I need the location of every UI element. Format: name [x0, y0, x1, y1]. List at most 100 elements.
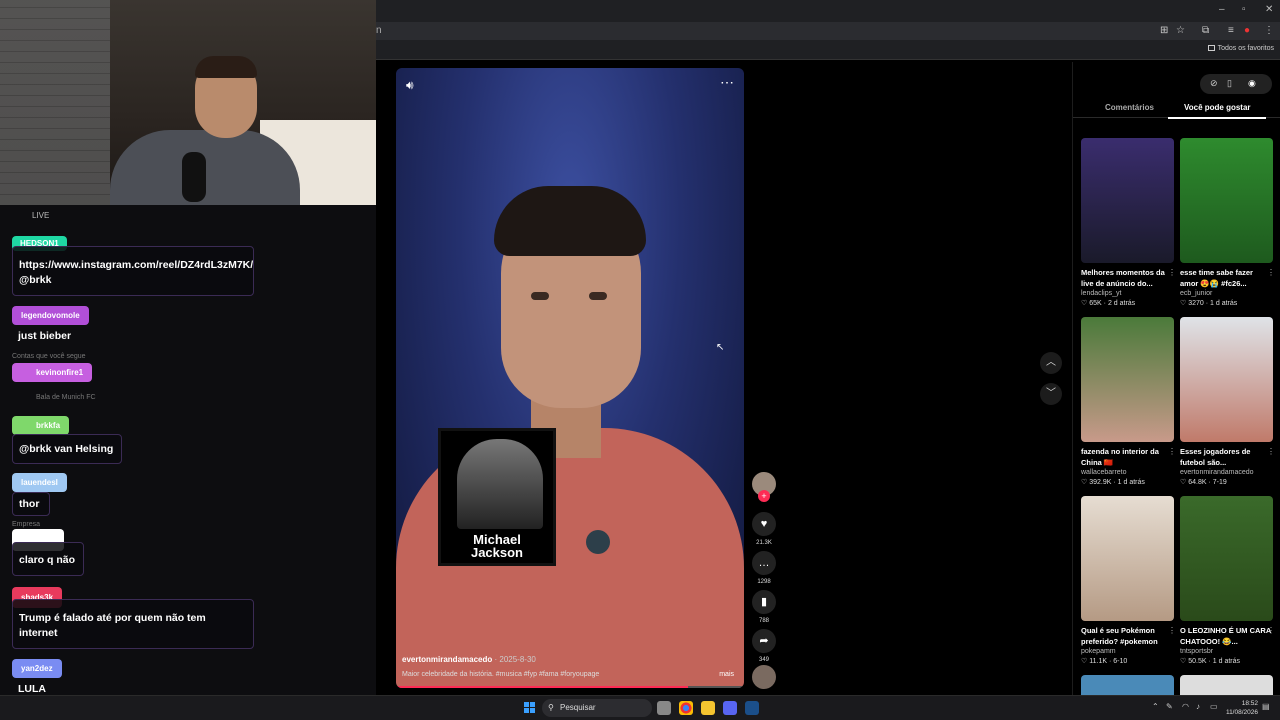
next-video-button[interactable]: ﹀ — [1040, 383, 1062, 405]
video-thumbnail[interactable] — [1180, 138, 1273, 263]
battery-icon[interactable]: ▭ — [1210, 702, 1218, 711]
file-explorer-icon[interactable] — [701, 701, 715, 715]
task-view-icon[interactable] — [657, 701, 671, 715]
address-bar[interactable]: n ⊞ ☆ ⧉ ≡ ● ⋮ — [376, 22, 1280, 40]
video-creator[interactable]: ecb_junior — [1180, 290, 1273, 297]
video-card[interactable]: esse time sabe fazer amor 😍😭 #fc26... ecb… — [1180, 138, 1275, 307]
share-icon[interactable]: ➦ — [752, 629, 776, 653]
card-more-icon[interactable]: ⋮ — [1267, 268, 1275, 277]
video-thumbnail[interactable] — [1180, 675, 1273, 695]
pen-icon[interactable]: ✎ — [1166, 702, 1173, 711]
restore-icon[interactable]: ▫ — [1242, 4, 1246, 15]
photo-caption-line2: Jackson — [470, 545, 524, 560]
video-age: 6-10 — [1113, 658, 1128, 665]
taskbar-search[interactable]: ⚲ Pesquisar — [542, 699, 652, 717]
panel-tabs: Comentários Você pode gostar — [1073, 102, 1280, 119]
comment-count: 1298 — [757, 579, 771, 585]
folder-icon — [1207, 45, 1215, 51]
save-action[interactable]: ▮ 788 — [750, 590, 778, 624]
profile-icon[interactable]: ● — [1244, 25, 1250, 36]
video-title[interactable]: O LEOZINHO É UM CARA CHATOOO! 😂... — [1180, 625, 1273, 647]
more-options-icon[interactable]: ⋯ — [720, 74, 734, 91]
chat-message: brkkfa — [12, 415, 70, 435]
close-icon[interactable]: ✕ — [1265, 4, 1273, 15]
video-card[interactable]: Esses jogadores de futebol são... everton… — [1180, 317, 1275, 486]
system-clock[interactable]: 18:52 11/08/2026 — [1226, 699, 1258, 717]
chat-text: just bieber — [18, 330, 72, 342]
video-thumbnail[interactable] — [1081, 138, 1174, 263]
video-creator[interactable]: pokepamm — [1081, 648, 1174, 655]
video-title[interactable]: Esses jogadores de futebol são... — [1180, 446, 1273, 468]
card-more-icon[interactable]: ⋮ — [1267, 626, 1275, 635]
video-title[interactable]: Melhores momentos da live de anúncio do.… — [1081, 267, 1174, 289]
recommendations-panel: ⊘ ▯ ◉ Comentários Você pode gostar Melho… — [1072, 62, 1280, 695]
chrome-icon[interactable] — [679, 701, 693, 715]
video-meta: ♡ 50.5K · 1 d atrás — [1180, 658, 1241, 665]
wifi-icon[interactable]: ◠ — [1182, 702, 1189, 711]
video-card[interactable]: fazenda no interior da China 🇨🇳 wallaceba… — [1081, 317, 1176, 486]
video-card[interactable]: Qual é seu Pokémon preferido? #pokemon po… — [1081, 496, 1176, 665]
video-likes: 50.5K — [1188, 658, 1207, 665]
card-more-icon[interactable]: ⋮ — [1168, 626, 1176, 635]
steam-icon[interactable] — [745, 701, 759, 715]
channel-name: Bala de Munich FC — [36, 394, 96, 401]
windows-start-icon[interactable] — [524, 702, 536, 714]
video-card[interactable]: Melhores momentos da live de anúncio do.… — [1081, 138, 1176, 307]
video-meta: ♡ 64.8K · 7-19 — [1180, 479, 1227, 486]
video-thumbnail[interactable] — [1081, 496, 1174, 621]
previous-video-button[interactable]: ︿ — [1040, 352, 1062, 374]
sound-avatar[interactable] — [752, 665, 776, 689]
follow-plus-icon[interactable]: + — [758, 490, 770, 502]
video-creator[interactable]: lendaclips_yt — [1081, 290, 1174, 297]
video-title[interactable]: Qual é seu Pokémon preferido? #pokemon — [1081, 625, 1174, 647]
tray-chevron-icon[interactable]: ⌃ — [1152, 702, 1159, 711]
more-link[interactable]: mais — [719, 671, 734, 678]
video-thumbnail[interactable] — [1081, 675, 1174, 695]
video-author[interactable]: evertonmirandamacedo — [402, 655, 492, 664]
mouse-cursor-icon: ↖ — [716, 342, 725, 353]
video-thumbnail[interactable] — [1081, 317, 1174, 442]
tab-you-may-like[interactable]: Você pode gostar — [1184, 103, 1251, 112]
video-creator[interactable]: wallacebarreto — [1081, 469, 1174, 476]
video-creator[interactable]: tntsportsbr — [1180, 648, 1273, 655]
extensions-icon[interactable]: ⧉ — [1202, 25, 1209, 36]
volume-icon[interactable]: 🔊︎ — [406, 78, 414, 93]
comment-action[interactable]: … 1298 — [750, 551, 778, 585]
video-age: 2 d atrás — [1107, 300, 1136, 307]
menu-icon[interactable]: ⋮ — [1264, 25, 1274, 36]
notification-icon[interactable]: ▤ — [1262, 702, 1270, 711]
minimize-icon[interactable]: – — [1219, 4, 1225, 15]
share-action[interactable]: ➦ 349 — [750, 629, 778, 663]
heart-icon[interactable]: ♥ — [752, 512, 776, 536]
tab-comments[interactable]: Comentários — [1105, 103, 1154, 112]
card-more-icon[interactable]: ⋮ — [1168, 447, 1176, 456]
card-more-icon[interactable]: ⋮ — [1267, 447, 1275, 456]
bookmarks-bar: Todos os favoritos — [376, 40, 1280, 60]
translate-icon[interactable]: ⊞ — [1160, 25, 1168, 36]
chat-username: brkkfa — [12, 416, 70, 435]
discord-icon[interactable] — [723, 701, 737, 715]
video-title[interactable]: fazenda no interior da China 🇨🇳 — [1081, 446, 1174, 468]
video-thumbnail[interactable] — [1180, 317, 1273, 442]
video-card[interactable]: O LEOZINHO É UM CARA CHATOOO! 😂... tntspo… — [1180, 496, 1275, 665]
like-action[interactable]: ♥ 21.3K — [750, 512, 778, 546]
comment-icon[interactable]: … — [752, 551, 776, 575]
compass-icon[interactable]: ⊘ — [1210, 78, 1218, 89]
video-creator[interactable]: evertonmirandamacedo — [1180, 469, 1273, 476]
video-meta: ♡ 392.9K · 1 d atrás — [1081, 479, 1145, 486]
media-icon[interactable]: ≡ — [1228, 25, 1234, 36]
video-title[interactable]: esse time sabe fazer amor 😍😭 #fc26... — [1180, 267, 1273, 289]
video-age: 1 d atrás — [1117, 479, 1145, 486]
bookmark-icon[interactable]: ▮ — [752, 590, 776, 614]
video-player[interactable]: 🔊︎ ⋯ Michael Jackson evertonmirandamacedo… — [396, 68, 744, 688]
chat-username: kevinonfire1 — [12, 363, 93, 382]
account-avatar-icon[interactable]: ◉ — [1248, 78, 1256, 89]
phone-icon[interactable]: ▯ — [1227, 78, 1232, 89]
volume-tray-icon[interactable]: ♪ — [1196, 702, 1200, 711]
video-progress[interactable] — [396, 686, 744, 688]
all-bookmarks[interactable]: Todos os favoritos — [1207, 45, 1274, 52]
chat-text: thor — [12, 492, 50, 516]
card-more-icon[interactable]: ⋮ — [1168, 268, 1176, 277]
star-icon[interactable]: ☆ — [1176, 25, 1185, 36]
video-thumbnail[interactable] — [1180, 496, 1273, 621]
